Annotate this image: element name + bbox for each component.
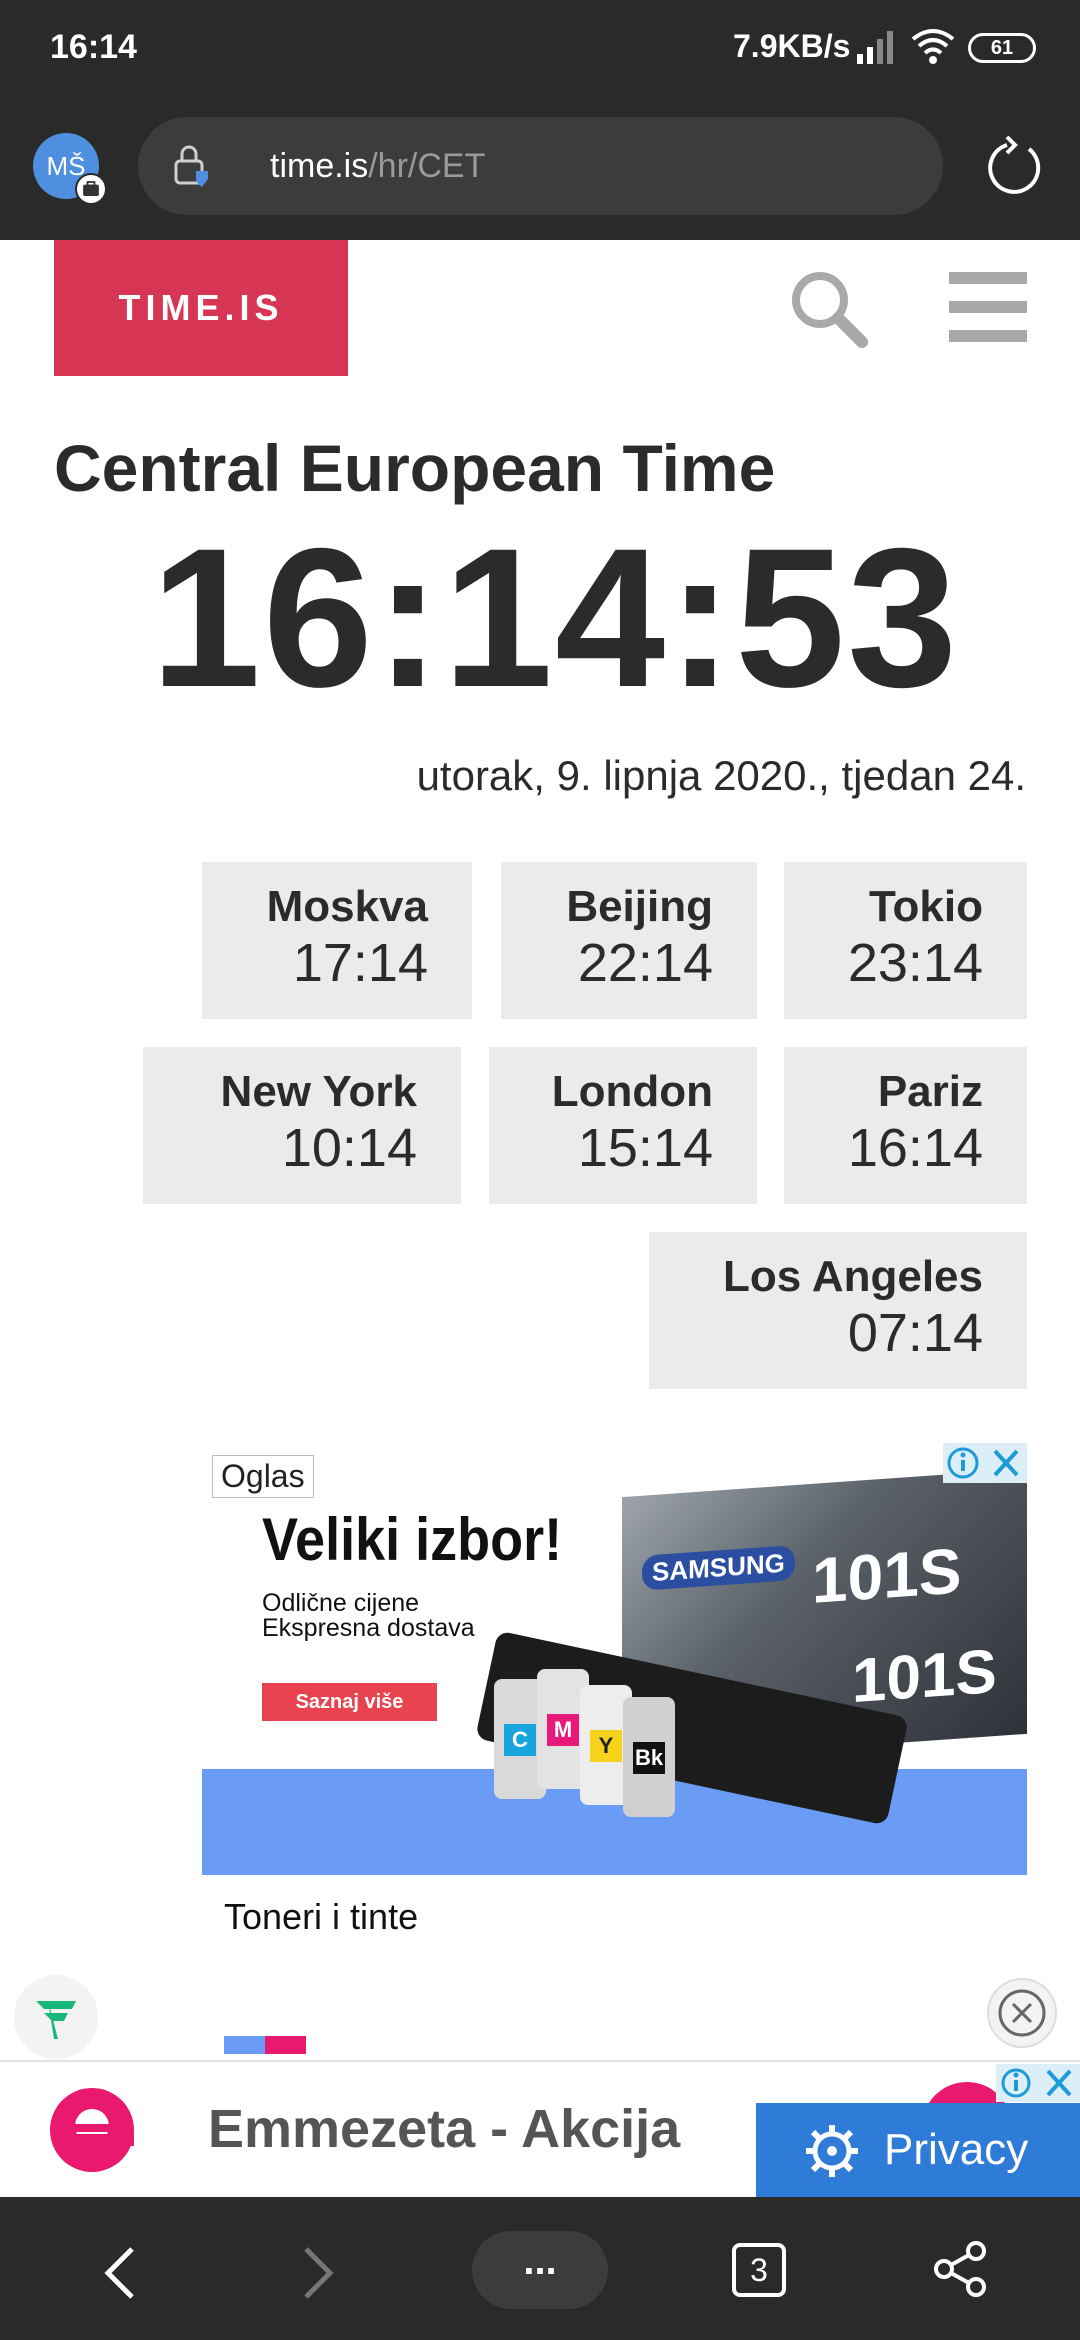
url-path: /hr/CET — [368, 147, 486, 185]
city-name: Beijing — [566, 882, 713, 931]
ad-subtext-line: Ekspresna dostava — [262, 1614, 475, 1642]
city-time: 16:14 — [847, 1118, 983, 1178]
ad-thumbnail-strip — [224, 2036, 306, 2054]
city-time: 23:14 — [847, 933, 983, 993]
ad-subtext-line: Odlične cijene — [262, 1589, 420, 1617]
wifi-icon — [911, 29, 955, 64]
bottle-label: C — [504, 1724, 536, 1756]
privacy-button[interactable]: Privacy — [756, 2103, 1080, 2197]
city-tile-los-angeles[interactable]: Los Angeles 07:14 — [649, 1232, 1027, 1389]
city-time: 17:14 — [292, 933, 428, 993]
city-tile-new-york[interactable]: New York 10:14 — [143, 1047, 461, 1204]
briefcase-icon — [75, 173, 107, 205]
city-time: 07:14 — [847, 1303, 983, 1363]
box-model: 101S — [812, 1534, 962, 1617]
address-bar[interactable]: time.is/hr/CET — [138, 117, 943, 215]
share-icon[interactable] — [930, 2239, 990, 2299]
ink-bottle-black: Bk — [623, 1697, 675, 1817]
city-tile-beijing[interactable]: Beijing 22:14 — [501, 862, 757, 1019]
reload-icon[interactable] — [985, 135, 1043, 197]
box-brand: SAMSUNG — [642, 1545, 795, 1591]
box-model-secondary: 101S — [852, 1636, 997, 1717]
url-host: time.is — [270, 147, 369, 185]
leaf-icon — [36, 2001, 76, 2039]
city-time: 15:14 — [577, 1118, 713, 1178]
url-text[interactable]: time.is/hr/CET — [270, 147, 485, 186]
ad-choices-controls[interactable] — [943, 1443, 1027, 1483]
emmezeta-logo — [50, 2088, 134, 2172]
signal-icon — [857, 31, 893, 64]
status-time: 16:14 — [50, 28, 137, 66]
city-name: Moskva — [266, 882, 428, 931]
city-tile-moskva[interactable]: Moskva 17:14 — [202, 862, 472, 1019]
hamburger-menu-icon[interactable] — [949, 272, 1027, 342]
city-name: London — [551, 1067, 713, 1116]
city-time: 10:14 — [281, 1118, 417, 1178]
status-bar: 16:14 7.9KB/s 61 — [0, 0, 1080, 97]
privacy-label: Privacy — [884, 2125, 1029, 2174]
browser-toolbar: MŠ time.is/hr/CET — [0, 97, 1080, 240]
timezone-title: Central European Time — [54, 431, 776, 505]
city-name: Pariz — [877, 1067, 983, 1116]
close-icon — [998, 1989, 1046, 2037]
battery-icon: 61 — [968, 33, 1036, 63]
back-icon[interactable] — [96, 2243, 142, 2303]
date-line: utorak, 9. lipnja 2020., tjedan 24. — [416, 752, 1026, 799]
city-name: Los Angeles — [723, 1252, 983, 1301]
city-name: New York — [220, 1067, 417, 1116]
ad-banner[interactable]: SAMSUNG 101S 101S C M Y Bk Oglas Veliki … — [202, 1443, 1027, 1875]
tabs-button[interactable]: 3 — [732, 2243, 786, 2297]
more-menu-button[interactable]: ... — [472, 2231, 608, 2309]
main-clock: 16:14:53 — [150, 507, 960, 728]
city-tile-tokio[interactable]: Tokio 23:14 — [784, 862, 1027, 1019]
bottle-label: Bk — [633, 1742, 665, 1774]
browser-nav-bar: ... 3 — [0, 2197, 1080, 2340]
search-icon[interactable] — [786, 266, 870, 350]
ad-info-close-icon[interactable] — [996, 2064, 1080, 2102]
city-tile-london[interactable]: London 15:14 — [489, 1047, 757, 1204]
ad-info-close-icon[interactable] — [943, 1443, 1027, 1483]
gear-icon — [806, 2125, 858, 2177]
ad-label: Oglas — [212, 1455, 314, 1498]
profile-avatar[interactable]: MŠ — [33, 133, 107, 205]
banner-ad-controls[interactable] — [996, 2064, 1080, 2102]
city-name: Tokio — [868, 882, 983, 931]
ad-caption[interactable]: Toneri i tinte — [224, 1896, 418, 1938]
feedback-widget[interactable] — [14, 1975, 98, 2059]
bottle-label: M — [547, 1714, 579, 1746]
ad-headline: Veliki izbor! — [262, 1506, 563, 1573]
ad-cta-button[interactable]: Saznaj više — [262, 1683, 437, 1721]
banner-text: Emmezeta - Akcija — [208, 2099, 681, 2159]
city-tile-pariz[interactable]: Pariz 16:14 — [784, 1047, 1027, 1204]
ad-subtext: Odlične cijene Ekspresna dostava — [262, 1591, 475, 1641]
bottle-label: Y — [590, 1730, 622, 1762]
site-logo[interactable]: TIME.IS — [54, 240, 348, 376]
forward-icon[interactable] — [296, 2243, 342, 2303]
close-overlay-button[interactable] — [987, 1978, 1057, 2048]
network-speed: 7.9KB/s — [733, 28, 851, 64]
lock-icon[interactable] — [170, 143, 210, 189]
city-time: 22:14 — [577, 933, 713, 993]
